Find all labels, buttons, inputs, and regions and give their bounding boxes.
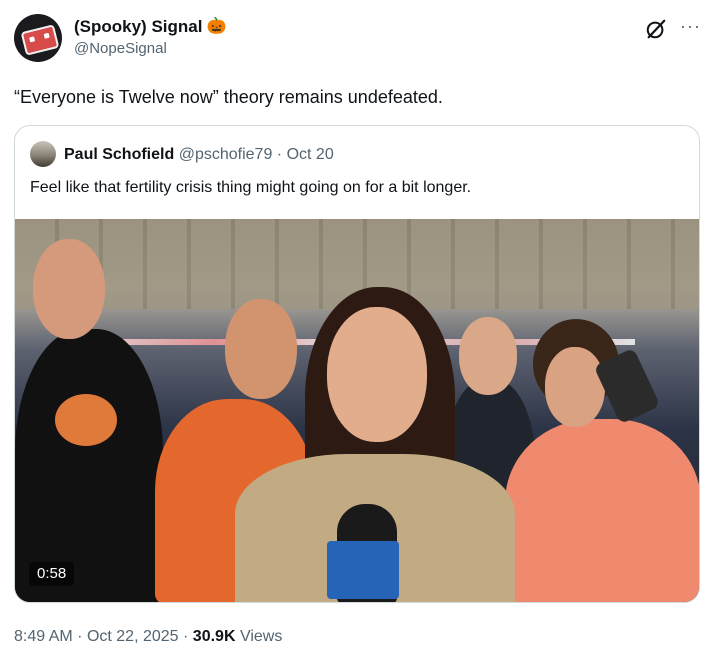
separator-dot: ·: [77, 628, 83, 645]
shirt-logo: [55, 394, 117, 446]
video-duration: 0:58: [29, 562, 75, 586]
quoted-author-name[interactable]: Paul Schofield: [64, 146, 174, 163]
avatar-logo: [20, 24, 60, 56]
quoted-tweet-date[interactable]: Oct 20: [287, 146, 334, 163]
display-name-text: (Spooky) Signal: [74, 17, 203, 36]
quoted-author-handle[interactable]: @pschofie79: [179, 146, 273, 163]
quoted-tweet[interactable]: Paul Schofield @pschofie79 · Oct 20 Feel…: [14, 125, 700, 603]
grok-icon[interactable]: [645, 18, 667, 40]
tweet-footer: 8:49 AM · Oct 22, 2025 · 30.9K Views: [14, 627, 282, 647]
microphone-flag: [327, 541, 399, 599]
video-player[interactable]: 0:58: [15, 219, 699, 602]
tweet-text: “Everyone is Twelve now” theory remains …: [14, 87, 443, 107]
person-left-head: [33, 239, 105, 339]
author-display-name[interactable]: (Spooky) Signal 🎃: [74, 17, 226, 37]
author-block: (Spooky) Signal 🎃 @NopeSignal: [74, 17, 226, 59]
quoted-author-avatar[interactable]: [30, 141, 56, 167]
views-label: Views: [239, 628, 283, 645]
person-orange-head: [225, 299, 297, 399]
more-horizontal-icon[interactable]: ···: [680, 16, 701, 37]
views-count[interactable]: 30.9K: [193, 628, 236, 645]
reporter-face: [327, 307, 427, 442]
post-date[interactable]: Oct 22, 2025: [87, 628, 179, 645]
post-time[interactable]: 8:49 AM: [14, 628, 73, 645]
separator-dot: ·: [276, 146, 283, 163]
separator-dot: ·: [183, 628, 189, 645]
person-right-face: [545, 347, 605, 427]
quoted-tweet-text: Feel like that fertility crisis thing mi…: [30, 179, 472, 196]
person-background-head: [459, 317, 517, 395]
person-right: [505, 419, 699, 602]
pumpkin-emoji-icon: 🎃: [206, 18, 227, 35]
quoted-tweet-header: Paul Schofield @pschofie79 · Oct 20: [64, 145, 334, 165]
author-avatar[interactable]: [14, 14, 62, 62]
author-handle[interactable]: @NopeSignal: [74, 39, 226, 59]
